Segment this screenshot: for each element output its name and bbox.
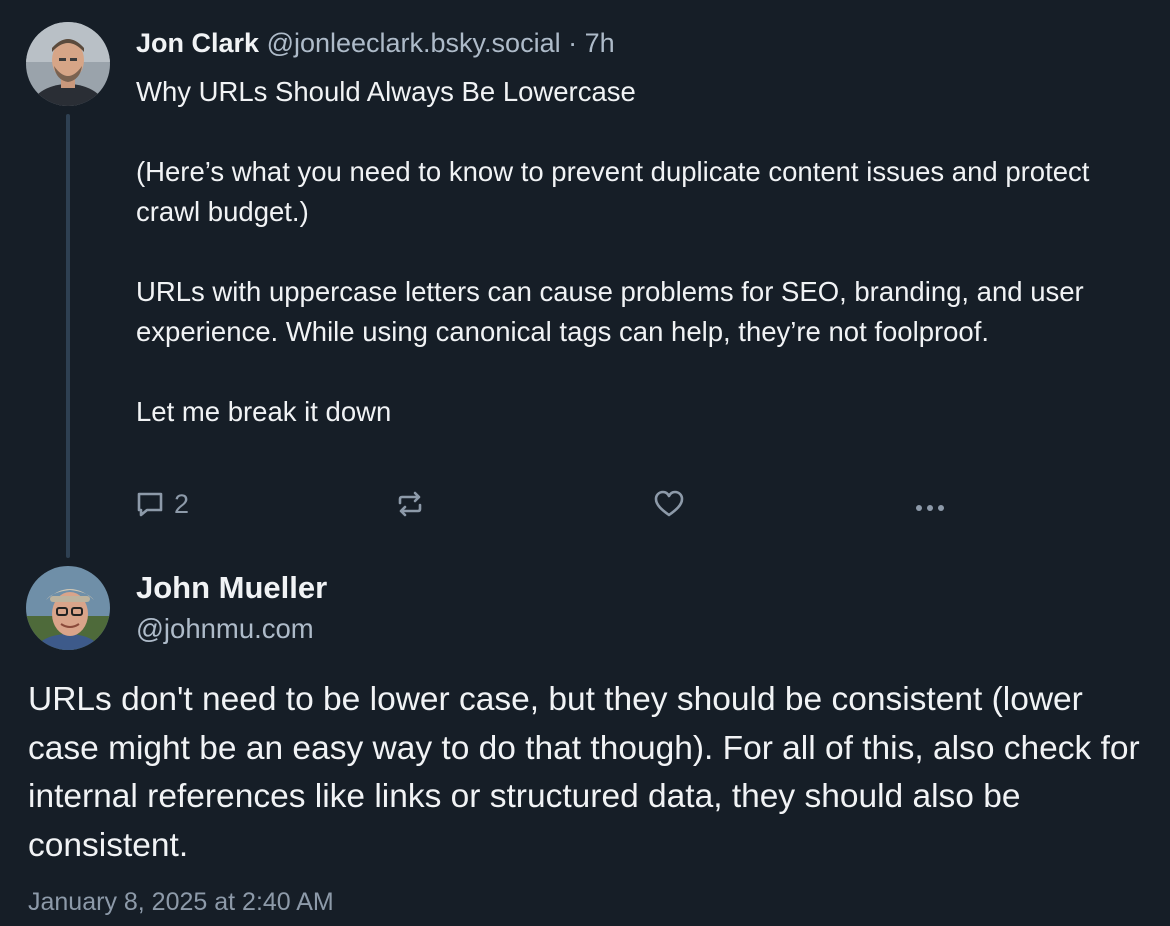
post-paragraph: URLs with uppercase letters can cause pr… — [136, 276, 1084, 347]
thread-connector-line — [66, 114, 70, 558]
reply-count: 2 — [174, 488, 190, 519]
like-button[interactable] — [652, 484, 686, 524]
avatar-image — [26, 22, 110, 106]
post-timestamp[interactable]: January 8, 2025 at 2:40 AM — [28, 884, 334, 920]
parent-post-header: Jon Clark @jonleeclark.bsky.social · 7h — [136, 24, 615, 62]
repost-arrows-icon — [398, 491, 422, 517]
parent-post-text: Why URLs Should Always Be Lowercase (Her… — [136, 72, 1146, 432]
ellipsis-icon — [916, 505, 944, 511]
post-paragraph: Why URLs Should Always Be Lowercase — [136, 76, 636, 107]
avatar-image — [26, 566, 110, 650]
repost-button[interactable] — [394, 484, 426, 524]
post-paragraph: (Here’s what you need to know to prevent… — [136, 156, 1090, 227]
more-options-button[interactable] — [912, 484, 948, 524]
reply-button[interactable]: 2 — [134, 484, 189, 524]
post-paragraph: Let me break it down — [136, 396, 392, 427]
heart-icon — [654, 490, 684, 517]
post-actions-bar: 2 — [134, 484, 964, 524]
main-post-text: URLs don't need to be lower case, but th… — [28, 681, 1140, 864]
post-time[interactable]: 7h — [585, 28, 615, 58]
author-handle[interactable]: @johnmu.com — [136, 610, 314, 648]
author-name[interactable]: John Mueller — [136, 568, 327, 608]
separator-dot: · — [568, 28, 578, 58]
avatar-john-mueller[interactable] — [26, 566, 110, 650]
avatar-jon-clark[interactable] — [26, 22, 110, 106]
author-handle[interactable]: @jonleeclark.bsky.social — [267, 28, 561, 58]
author-name[interactable]: Jon Clark — [136, 28, 259, 58]
speech-bubble-icon — [137, 492, 163, 517]
